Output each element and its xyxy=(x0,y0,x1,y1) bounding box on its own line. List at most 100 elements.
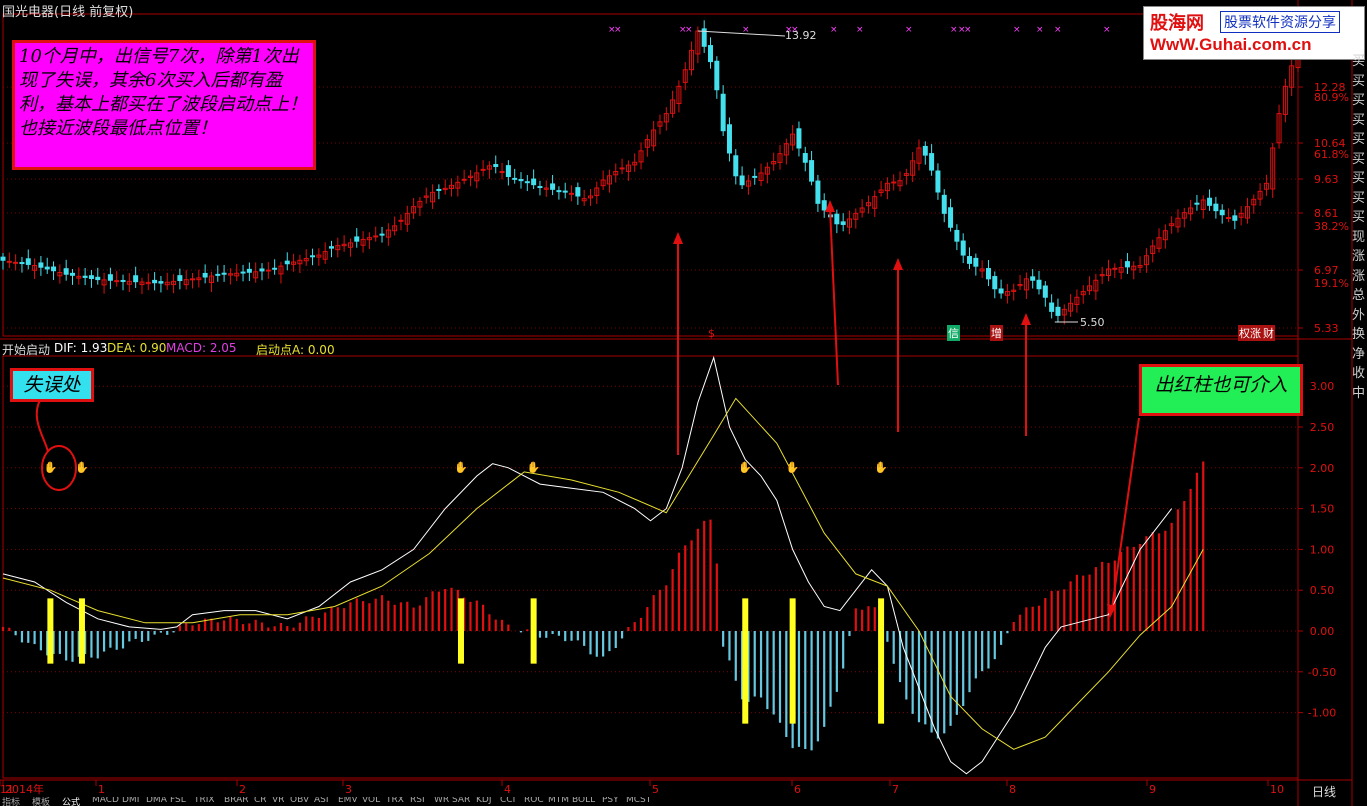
indicator-tab[interactable]: BOLL xyxy=(572,797,595,805)
indicator-tab[interactable]: TRIX xyxy=(194,797,215,805)
indicator-tab[interactable]: MACD xyxy=(92,797,119,805)
macd-panel-frame xyxy=(2,355,1299,779)
price-candle xyxy=(259,268,265,272)
price-candle xyxy=(88,275,94,279)
indicator-tab[interactable]: DMI xyxy=(122,797,139,805)
indicator-tab[interactable]: CCI xyxy=(500,797,515,805)
indicator-tab[interactable]: MCST xyxy=(626,797,651,805)
indicator-tab[interactable]: OBV xyxy=(290,797,309,805)
price-candle xyxy=(960,240,966,256)
price-candle xyxy=(973,257,979,267)
price-candle xyxy=(1049,302,1055,312)
price-candle xyxy=(190,278,196,281)
signal-cross-marker: × xyxy=(950,25,958,35)
indicator-tab[interactable]: KDJ xyxy=(476,797,492,805)
indicator-tab[interactable]: 指标 xyxy=(2,797,20,806)
price-candle xyxy=(461,178,467,181)
price-candle xyxy=(6,260,12,263)
indicator-tab[interactable]: PSY xyxy=(602,797,619,805)
price-candle xyxy=(44,266,50,270)
indicator-tab[interactable]: RSI xyxy=(410,797,425,805)
price-candle xyxy=(985,268,991,280)
price-candle xyxy=(480,168,486,171)
logo-line2: 股票软件资源分享 xyxy=(1220,11,1340,33)
x-tick-label: 10 xyxy=(1270,783,1284,796)
side-column-item: 涨 xyxy=(1352,268,1366,284)
dea-line xyxy=(2,397,1204,750)
signal-bar xyxy=(47,598,54,664)
price-candle xyxy=(518,179,524,182)
price-candle xyxy=(569,192,575,195)
indicator-tab[interactable]: VOL xyxy=(362,797,380,805)
dif-label: DIF: 1.93 xyxy=(54,341,108,355)
price-pct-label: 38.2% xyxy=(1314,220,1349,233)
period-label[interactable]: 日线 xyxy=(1312,783,1336,800)
price-candle xyxy=(524,181,530,184)
price-candle xyxy=(739,175,745,186)
price-candle xyxy=(796,128,802,149)
price-candle xyxy=(575,187,581,197)
buy-arrow-head xyxy=(893,258,903,270)
price-candle xyxy=(177,275,183,282)
indicator-tab[interactable]: ASI xyxy=(314,797,329,805)
macd-label: MACD: 2.05 xyxy=(166,341,237,355)
price-candle xyxy=(133,275,139,283)
indicator-tab[interactable]: MTM xyxy=(548,797,569,805)
indicator-tab[interactable]: SAR xyxy=(452,797,470,805)
indicator-tab[interactable]: WR xyxy=(434,797,449,805)
event-marker-5[interactable]: 财 xyxy=(1262,325,1275,341)
macd-tick-label: 1.50 xyxy=(1310,503,1335,516)
event-marker-2[interactable]: 信 xyxy=(947,325,960,341)
annotation-error: 失误处 xyxy=(10,368,94,402)
price-candle xyxy=(19,262,25,265)
price-candle xyxy=(1219,209,1225,216)
indicator-tab[interactable]: DMA xyxy=(146,797,167,805)
indicator-tab[interactable]: 模板 xyxy=(32,797,50,806)
side-column-item: 收 xyxy=(1352,366,1366,381)
site-logo: 股海网 股票软件资源分享 WwW.Guhai.com.cn xyxy=(1143,6,1365,60)
signal-bar xyxy=(789,598,796,724)
side-column-item: 买 xyxy=(1352,151,1366,167)
indicator-tab[interactable]: 公式 xyxy=(62,797,80,806)
price-candle xyxy=(733,155,739,177)
indicator-tab[interactable]: FSL xyxy=(170,797,186,805)
buy-arrow-shaft xyxy=(829,207,839,386)
price-candle xyxy=(1226,217,1232,220)
price-candle xyxy=(941,194,947,214)
indicator-tab[interactable]: ROC xyxy=(524,797,544,805)
x-tick-label: 3 xyxy=(345,783,352,796)
event-marker-4[interactable]: 权涨 xyxy=(1238,325,1262,341)
macd-tick-label: 1.00 xyxy=(1310,543,1335,556)
hand-signal-icon: ✋ xyxy=(738,461,752,474)
side-column-item: 买 xyxy=(1352,54,1366,69)
price-candle xyxy=(379,233,385,236)
price-candle xyxy=(809,160,815,182)
price-candle xyxy=(152,279,158,284)
indicator-tab[interactable]: VR xyxy=(272,797,284,805)
indicator-tab[interactable]: CR xyxy=(254,797,267,805)
price-candle xyxy=(95,276,101,281)
event-marker-1[interactable]: $ xyxy=(708,327,715,340)
hand-signal-icon: ✋ xyxy=(527,461,541,474)
price-candle xyxy=(537,186,543,189)
indicator-tab[interactable]: BRAR xyxy=(224,797,248,805)
indicator-tab[interactable]: EMV xyxy=(338,797,358,805)
price-tick-label: 6.97 xyxy=(1314,264,1339,277)
price-pct-label: 80.9% xyxy=(1314,91,1349,104)
price-candle xyxy=(1213,203,1219,212)
signal-cross-marker: × xyxy=(905,25,913,35)
event-marker-3[interactable]: 增 xyxy=(990,325,1003,341)
price-candle xyxy=(1042,285,1048,298)
price-candle xyxy=(619,167,625,170)
indicator-tab-bar: 指标 模板 公式 MACD DMI DMA FSL TRIX BRAR CR VR OBV ASI EMV… xyxy=(0,797,700,806)
indicator-tab[interactable]: TRX xyxy=(386,797,404,805)
price-tick-label: 5.33 xyxy=(1314,322,1339,335)
hand-signal-icon: ✋ xyxy=(874,461,888,474)
price-candle xyxy=(1030,276,1036,281)
buy-arrow-head xyxy=(1021,313,1031,325)
price-candle xyxy=(720,93,726,132)
x-tick-label: 2 xyxy=(239,783,246,796)
price-candle xyxy=(1232,215,1238,221)
price-candle xyxy=(929,153,935,171)
price-candle xyxy=(221,272,227,275)
